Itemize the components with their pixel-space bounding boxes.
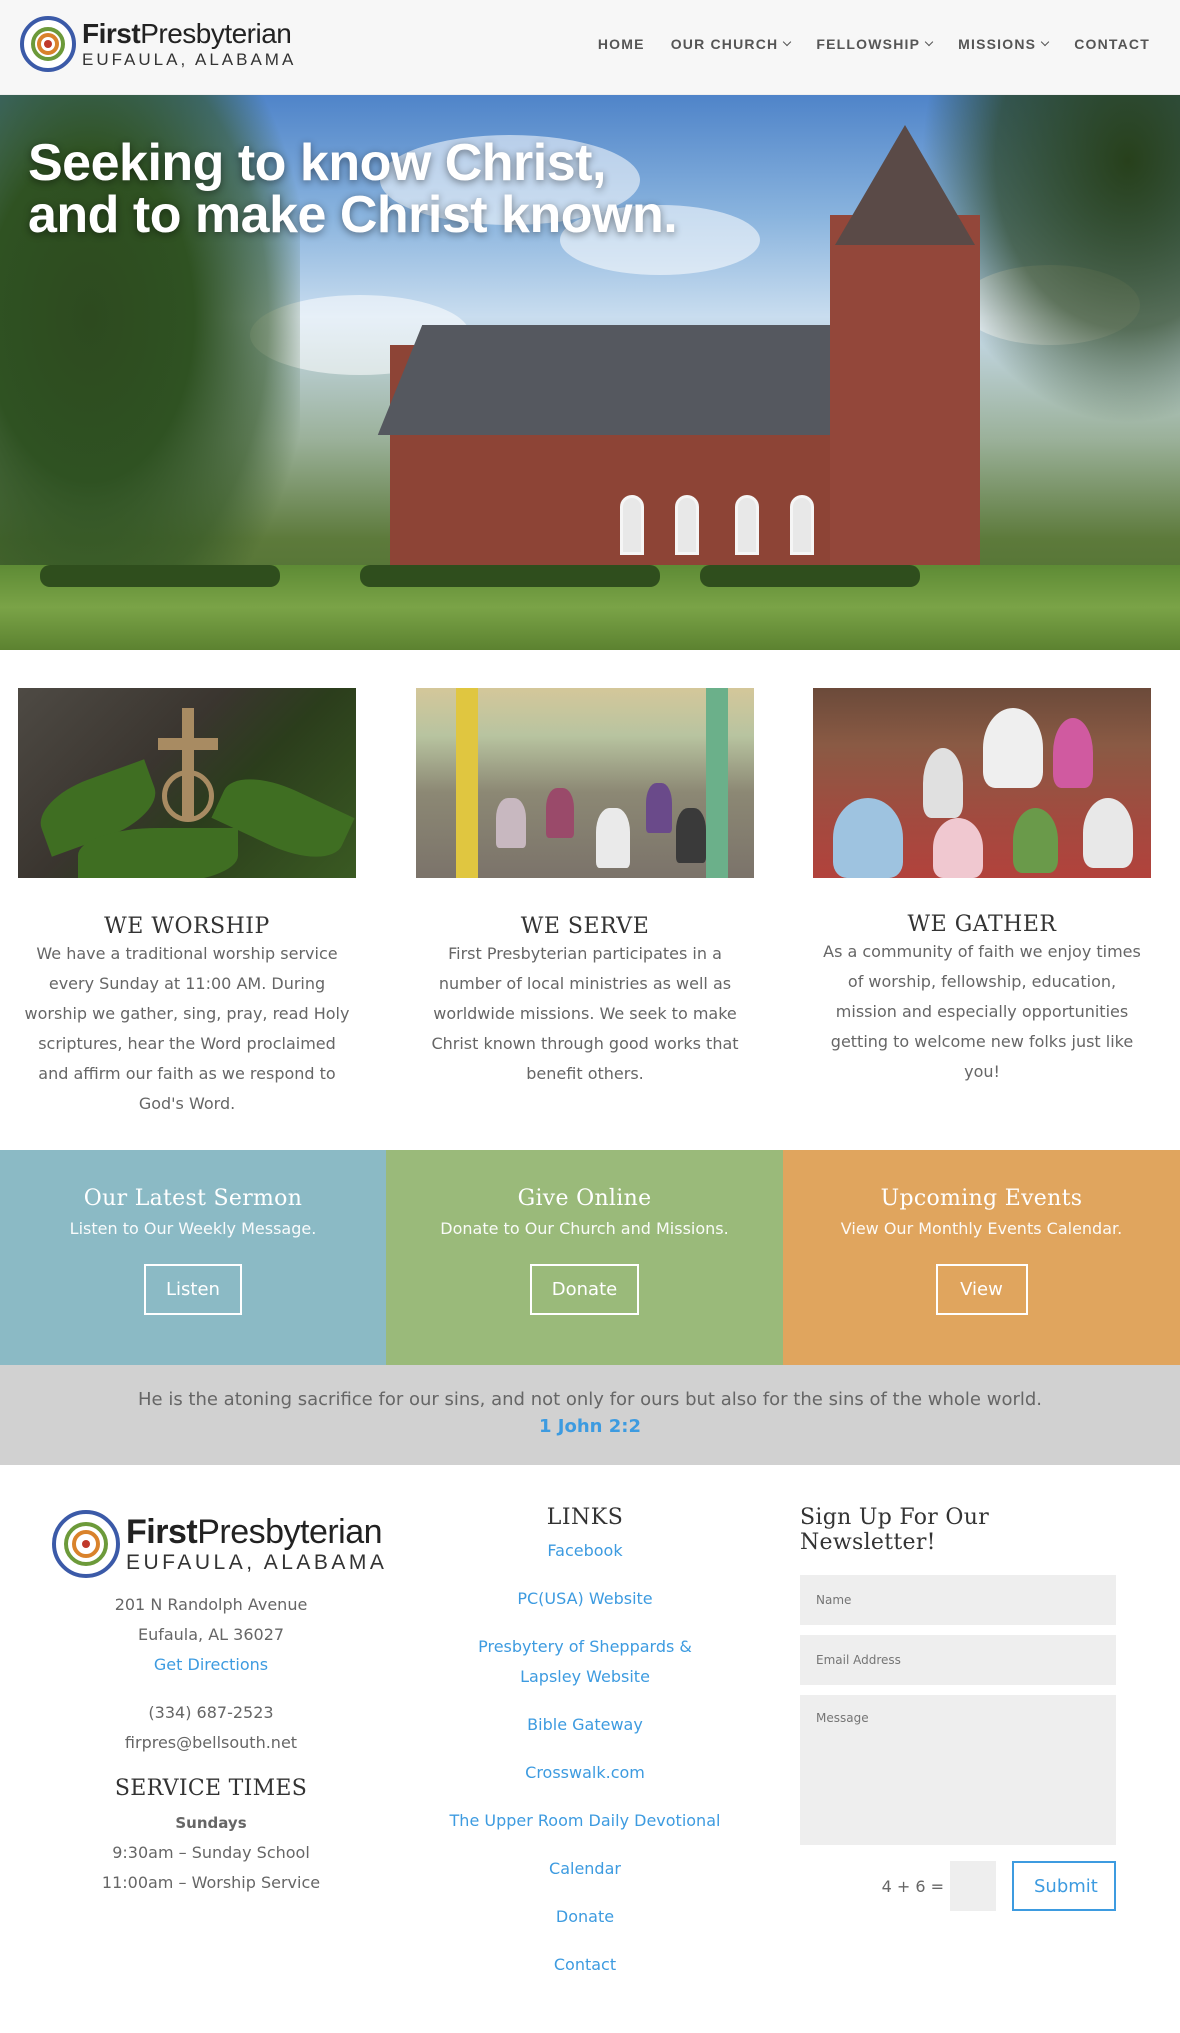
hero-headline: Seeking to know Christ, and to make Chris… bbox=[28, 134, 678, 244]
email-field[interactable] bbox=[800, 1635, 1116, 1685]
service-day: Sundays bbox=[175, 1814, 247, 1832]
main-nav: HOME OUR CHURCH FELLOWSHIP MISSIONS CONT… bbox=[598, 36, 1150, 52]
hero-banner: Seeking to know Christ, and to make Chris… bbox=[0, 95, 1180, 650]
donate-button[interactable]: Donate bbox=[529, 1264, 640, 1315]
footer-link-donate[interactable]: Donate bbox=[430, 1902, 740, 1932]
footer-link-crosswalk[interactable]: Crosswalk.com bbox=[430, 1758, 740, 1788]
footer-link-contact[interactable]: Contact bbox=[430, 1950, 740, 1980]
verse-text: He is the atoning sacrifice for our sins… bbox=[137, 1389, 1043, 1410]
footer-link-pcusa[interactable]: PC(USA) Website bbox=[430, 1584, 740, 1614]
service-time-item: 9:30am – Sunday School bbox=[112, 1843, 310, 1862]
nav-our-church[interactable]: OUR CHURCH bbox=[671, 36, 792, 52]
newsletter-heading: Sign Up For Our Newsletter! bbox=[800, 1505, 990, 1555]
site-logo[interactable]: FirstPresbyterian EUFAULA, ALABAMA bbox=[20, 16, 296, 72]
newsletter-form: Sign Up For Our Newsletter! 4 + 6 = Subm… bbox=[800, 1505, 1116, 1911]
logo-subtitle: EUFAULA, ALABAMA bbox=[126, 1551, 388, 1574]
footer-link-presbytery[interactable]: Presbytery of Sheppards & Lapsley Websit… bbox=[430, 1632, 740, 1692]
footer-link-facebook[interactable]: Facebook bbox=[430, 1536, 740, 1566]
footer-link-upper-room[interactable]: The Upper Room Daily Devotional bbox=[430, 1806, 740, 1836]
feature-title: WE GATHER bbox=[907, 912, 1057, 937]
address-city: Eufaula, AL 36027 bbox=[137, 1625, 285, 1644]
name-field[interactable] bbox=[800, 1575, 1116, 1625]
scripture-verse: He is the atoning sacrifice for our sins… bbox=[0, 1365, 1180, 1465]
feature-gather: WE GATHER As a community of faith we enj… bbox=[813, 688, 1151, 1087]
feature-text: First Presbyterian participates in a num… bbox=[431, 944, 739, 1083]
nav-fellowship[interactable]: FELLOWSHIP bbox=[816, 36, 934, 52]
service-times-heading: SERVICE TIMES bbox=[114, 1776, 308, 1801]
service-time-item: 11:00am – Worship Service bbox=[101, 1873, 321, 1892]
cta-subtitle: Donate to Our Church and Missions. bbox=[440, 1219, 729, 1238]
captcha-row: 4 + 6 = Submit bbox=[800, 1861, 1116, 1911]
verse-reference-link[interactable]: 1 John 2:2 bbox=[0, 1416, 1180, 1437]
cta-events: Upcoming Events View Our Monthly Events … bbox=[783, 1150, 1180, 1365]
submit-button[interactable]: Submit bbox=[1012, 1861, 1116, 1911]
footer-contact: 201 N Randolph Avenue Eufaula, AL 36027 … bbox=[52, 1590, 370, 1898]
message-field[interactable] bbox=[800, 1695, 1116, 1845]
logo-emblem-icon bbox=[20, 16, 76, 72]
chevron-down-icon bbox=[924, 37, 934, 47]
chevron-down-icon bbox=[783, 37, 792, 47]
site-header: FirstPresbyterian EUFAULA, ALABAMA HOME … bbox=[0, 0, 1180, 95]
phone-number: (334) 687-2523 bbox=[148, 1703, 274, 1722]
cta-subtitle: Listen to Our Weekly Message. bbox=[69, 1219, 317, 1238]
links-heading: LINKS bbox=[546, 1505, 624, 1530]
feature-text: As a community of faith we enjoy times o… bbox=[823, 942, 1141, 1081]
cta-give: Give Online Donate to Our Church and Mis… bbox=[386, 1150, 783, 1365]
email-address: firpres@bellsouth.net bbox=[124, 1733, 298, 1752]
cta-title: Give Online bbox=[517, 1186, 652, 1211]
cta-title: Upcoming Events bbox=[880, 1186, 1083, 1211]
logo-title: FirstPresbyterian bbox=[126, 1513, 383, 1551]
view-button[interactable]: View bbox=[935, 1264, 1028, 1315]
footer-links: LINKS Facebook PC(USA) Website Presbyter… bbox=[430, 1505, 740, 1998]
address-street: 201 N Randolph Avenue bbox=[114, 1595, 308, 1614]
gather-photo bbox=[813, 688, 1151, 878]
chevron-down-icon bbox=[1040, 37, 1050, 47]
feature-text: We have a traditional worship service ev… bbox=[24, 944, 350, 1113]
get-directions-link[interactable]: Get Directions bbox=[52, 1650, 370, 1680]
cta-sermon: Our Latest Sermon Listen to Our Weekly M… bbox=[0, 1150, 386, 1365]
logo-title: FirstPresbyterian bbox=[82, 18, 292, 49]
worship-photo bbox=[18, 688, 356, 878]
nav-home[interactable]: HOME bbox=[598, 36, 645, 52]
serve-photo bbox=[416, 688, 754, 878]
feature-worship: WE WORSHIP We have a traditional worship… bbox=[18, 688, 356, 1119]
cta-title: Our Latest Sermon bbox=[83, 1186, 303, 1211]
captcha-question: 4 + 6 = bbox=[881, 1876, 944, 1896]
cta-subtitle: View Our Monthly Events Calendar. bbox=[840, 1219, 1123, 1238]
feature-serve: WE SERVE First Presbyterian participates… bbox=[416, 688, 754, 1089]
listen-button[interactable]: Listen bbox=[144, 1264, 242, 1315]
footer-link-calendar[interactable]: Calendar bbox=[430, 1854, 740, 1884]
captcha-input[interactable] bbox=[950, 1861, 996, 1911]
logo-emblem-icon bbox=[52, 1510, 120, 1578]
logo-subtitle: EUFAULA, ALABAMA bbox=[82, 50, 297, 69]
footer-link-bible-gateway[interactable]: Bible Gateway bbox=[430, 1710, 740, 1740]
feature-title: WE WORSHIP bbox=[104, 914, 270, 939]
footer-logo[interactable]: FirstPresbyterian EUFAULA, ALABAMA bbox=[52, 1510, 387, 1578]
feature-title: WE SERVE bbox=[520, 914, 650, 939]
nav-missions[interactable]: MISSIONS bbox=[958, 36, 1050, 52]
nav-contact[interactable]: CONTACT bbox=[1074, 36, 1150, 52]
